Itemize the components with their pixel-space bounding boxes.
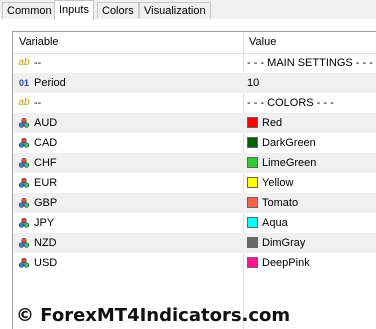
string-type-icon: ab <box>18 57 30 68</box>
palette-icon <box>17 193 31 213</box>
column-header-variable[interactable]: Variable <box>19 32 59 53</box>
variable-name: CHF <box>34 157 57 169</box>
variable-value[interactable]: Yellow <box>262 173 293 193</box>
color-swatch[interactable] <box>247 117 258 128</box>
integer-type-icon: 01 <box>18 78 29 88</box>
palette-icon <box>17 133 31 153</box>
table-row[interactable]: ab -- - - - MAIN SETTINGS - - - <box>13 53 376 73</box>
variable-value[interactable]: DeepPink <box>262 253 310 273</box>
variable-value[interactable]: DarkGreen <box>262 133 316 153</box>
tab-bar: Common Inputs Colors Visualization <box>0 0 376 20</box>
variable-name: NZD <box>34 237 57 249</box>
color-swatch[interactable] <box>247 177 258 188</box>
table-row[interactable]: USD DeepPink <box>13 253 376 273</box>
variable-name: EUR <box>34 177 58 189</box>
tab-visualization[interactable]: Visualization <box>139 2 211 18</box>
color-swatch[interactable] <box>247 137 258 148</box>
variable-name: Period <box>34 77 66 89</box>
table-row[interactable]: NZD DimGray <box>13 233 376 253</box>
table-row[interactable]: ab -- - - - COLORS - - - <box>13 93 376 113</box>
variable-value[interactable]: DimGray <box>262 233 305 253</box>
variable-name: -- <box>34 97 42 109</box>
variable-name: JPY <box>34 217 55 229</box>
column-header-value[interactable]: Value <box>249 32 276 53</box>
variable-value[interactable]: - - - COLORS - - - <box>247 93 334 113</box>
tab-inputs[interactable]: Inputs <box>54 0 94 20</box>
palette-icon <box>17 173 31 193</box>
palette-icon <box>17 153 31 173</box>
palette-icon <box>17 253 31 273</box>
variable-name: GBP <box>34 197 58 209</box>
tab-common[interactable]: Common <box>2 2 57 18</box>
variable-name: CAD <box>34 137 58 149</box>
palette-icon <box>17 213 31 233</box>
variable-name: AUD <box>34 117 58 129</box>
variable-value[interactable]: Aqua <box>262 213 288 233</box>
inputs-grid: Variable Value ab -- - - - MAIN SETTINGS… <box>12 31 376 329</box>
variable-value[interactable]: Red <box>262 113 282 133</box>
variable-name: USD <box>34 257 58 269</box>
variable-value[interactable]: LimeGreen <box>262 153 316 173</box>
table-row[interactable]: GBP Tomato <box>13 193 376 213</box>
color-swatch[interactable] <box>247 257 258 268</box>
variable-value[interactable]: - - - MAIN SETTINGS - - - <box>247 53 373 73</box>
table-row[interactable]: CAD DarkGreen <box>13 133 376 153</box>
table-row[interactable]: JPY Aqua <box>13 213 376 233</box>
variable-value[interactable]: 10 <box>247 73 259 93</box>
variable-value[interactable]: Tomato <box>262 193 298 213</box>
inputs-panel: Variable Value ab -- - - - MAIN SETTINGS… <box>0 19 376 329</box>
color-swatch[interactable] <box>247 157 258 168</box>
tab-colors[interactable]: Colors <box>97 2 139 18</box>
color-swatch[interactable] <box>247 217 258 228</box>
color-swatch[interactable] <box>247 237 258 248</box>
table-row[interactable]: CHF LimeGreen <box>13 153 376 173</box>
variable-name: -- <box>34 57 42 69</box>
grid-header: Variable Value <box>13 32 376 54</box>
table-row[interactable]: 01 Period 10 <box>13 73 376 93</box>
string-type-icon: ab <box>18 97 30 108</box>
table-row[interactable]: AUD Red <box>13 113 376 133</box>
color-swatch[interactable] <box>247 197 258 208</box>
palette-icon <box>17 233 31 253</box>
palette-icon <box>17 113 31 133</box>
watermark: © ForexMT4Indicators.com <box>16 305 291 326</box>
grid-rows: ab -- - - - MAIN SETTINGS - - - 01 Perio… <box>13 53 376 273</box>
table-row[interactable]: EUR Yellow <box>13 173 376 193</box>
